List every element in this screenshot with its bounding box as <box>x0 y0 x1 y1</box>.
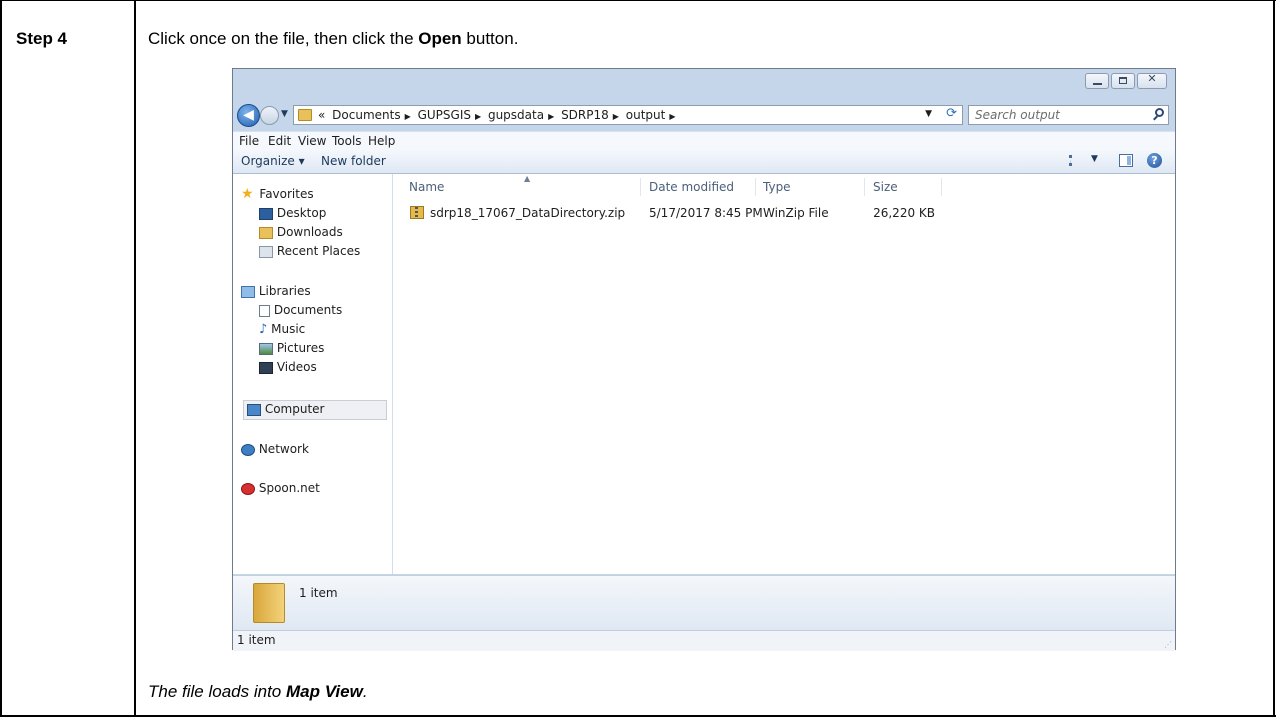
file-date: 5/17/2017 8:45 PM <box>649 206 763 220</box>
window-caption-buttons: ✕ <box>1085 72 1167 89</box>
step-label: Step 4 <box>16 29 68 48</box>
breadcrumb-separator-icon[interactable]: ▶ <box>613 112 619 121</box>
column-separator[interactable] <box>755 178 756 196</box>
breadcrumb-output[interactable]: output <box>626 108 666 122</box>
downloads-icon <box>259 226 273 239</box>
organize-button[interactable]: Organize ▾ <box>241 154 305 168</box>
documents-icon <box>259 304 270 317</box>
nav-music[interactable]: ♪ Music <box>259 322 305 337</box>
status-bar: 1 item ⋰ <box>233 630 1175 651</box>
desktop-icon <box>259 207 273 220</box>
minimize-icon <box>1093 83 1102 85</box>
file-name[interactable]: sdrp18_17067_DataDirectory.zip <box>430 206 625 220</box>
new-folder-button[interactable]: New folder <box>321 154 386 168</box>
address-dropdown-icon[interactable]: ▼ <box>925 109 932 119</box>
search-box[interactable]: Search output <box>968 105 1169 125</box>
nav-recent-places[interactable]: Recent Places <box>259 244 360 258</box>
view-icon[interactable] <box>1069 155 1081 166</box>
step-instruction: Click once on the file, then click the O… <box>148 29 519 48</box>
menu-help[interactable]: Help <box>368 134 395 148</box>
maximize-button[interactable] <box>1111 73 1135 89</box>
breadcrumb: « Documents ▶ GUPSGIS ▶ gupsdata ▶ SDRP18 ▶ … <box>318 108 679 122</box>
nav-spoon[interactable]: Spoon.net <box>241 481 320 495</box>
forward-button[interactable] <box>260 106 279 125</box>
details-pane: 1 item <box>233 575 1175 630</box>
breadcrumb-gupsgis[interactable]: GUPSGIS <box>418 108 471 122</box>
file-list: Name ▲ Date modified Type Size sdrp18_17… <box>393 174 1175 574</box>
menu-view[interactable]: View <box>298 134 326 148</box>
breadcrumb-gupsdata[interactable]: gupsdata <box>488 108 544 122</box>
nav-desktop[interactable]: Desktop <box>259 206 326 220</box>
column-header-date[interactable]: Date modified <box>649 180 734 194</box>
star-icon: ★ <box>241 186 254 202</box>
search-placeholder: Search output <box>975 108 1060 122</box>
videos-icon <box>259 361 273 374</box>
table-right-border <box>1273 0 1275 717</box>
breadcrumb-overflow[interactable]: « <box>318 108 325 122</box>
breadcrumb-separator-icon[interactable]: ▶ <box>405 112 411 121</box>
step-result: The file loads into Map View. <box>148 682 368 701</box>
recent-pages-dropdown[interactable]: ▼ <box>281 109 288 119</box>
command-bar: Organize ▾ New folder ▼ ? <box>233 149 1175 174</box>
nav-libraries[interactable]: Libraries <box>241 284 311 298</box>
resize-grip-icon[interactable]: ⋰ <box>1164 640 1172 649</box>
zip-icon <box>410 206 424 219</box>
nav-pictures[interactable]: Pictures <box>259 341 324 355</box>
folder-icon <box>298 109 312 121</box>
navigation-pane: ★ Favorites Desktop Downloads Recent Pla… <box>233 174 393 574</box>
table-left-border <box>0 0 2 717</box>
libraries-icon <box>241 285 255 298</box>
details-item-count: 1 item <box>299 586 338 600</box>
recent-places-icon <box>259 245 273 258</box>
column-header-name[interactable]: Name <box>409 180 444 194</box>
file-dialog-window: ✕ ◀ ▼ « Documents ▶ GUPSGIS ▶ gupsdata ▶ SD… <box>232 68 1176 651</box>
column-header-size[interactable]: Size <box>873 180 898 194</box>
close-icon: ✕ <box>1147 72 1157 85</box>
pictures-icon <box>259 342 273 355</box>
view-dropdown-icon[interactable]: ▼ <box>1091 154 1098 164</box>
music-icon: ♪ <box>259 322 268 337</box>
navigation-row: ◀ ▼ « Documents ▶ GUPSGIS ▶ gupsdata ▶ SDRP… <box>233 103 1175 129</box>
breadcrumb-separator-icon[interactable]: ▶ <box>475 112 481 121</box>
refresh-icon[interactable]: ⟳ <box>946 106 957 121</box>
breadcrumb-separator-icon[interactable]: ▶ <box>548 112 554 121</box>
file-type: WinZip File <box>763 206 829 220</box>
column-separator[interactable] <box>864 178 865 196</box>
nav-videos[interactable]: Videos <box>259 360 317 374</box>
nav-downloads[interactable]: Downloads <box>259 225 343 239</box>
network-icon <box>241 443 255 456</box>
back-icon: ◀ <box>243 107 254 123</box>
nav-network[interactable]: Network <box>241 442 309 456</box>
menu-edit[interactable]: Edit <box>268 134 291 148</box>
breadcrumb-sdrp18[interactable]: SDRP18 <box>561 108 609 122</box>
nav-computer[interactable]: Computer <box>247 402 324 416</box>
nav-documents[interactable]: Documents <box>259 303 342 317</box>
sort-ascending-icon: ▲ <box>524 174 531 183</box>
computer-icon <box>247 403 261 416</box>
breadcrumb-documents[interactable]: Documents <box>332 108 400 122</box>
spoon-icon <box>241 482 255 495</box>
table-column-divider <box>134 0 136 717</box>
search-icon[interactable] <box>1155 108 1164 117</box>
folder-icon <box>253 583 285 623</box>
column-separator[interactable] <box>640 178 641 196</box>
column-separator[interactable] <box>941 178 942 196</box>
address-bar[interactable]: « Documents ▶ GUPSGIS ▶ gupsdata ▶ SDRP18 ▶ … <box>293 105 963 125</box>
minimize-button[interactable] <box>1085 73 1109 89</box>
menu-bar: File Edit View Tools Help <box>233 131 1175 150</box>
status-item-count: 1 item <box>237 633 276 647</box>
menu-file[interactable]: File <box>239 134 259 148</box>
help-icon[interactable]: ? <box>1147 153 1162 168</box>
nav-favorites[interactable]: ★ Favorites <box>241 186 314 202</box>
breadcrumb-separator-icon[interactable]: ▶ <box>669 112 675 121</box>
menu-tools[interactable]: Tools <box>332 134 362 148</box>
back-button[interactable]: ◀ <box>237 104 260 127</box>
close-button[interactable]: ✕ <box>1137 72 1167 89</box>
preview-pane-icon[interactable] <box>1119 154 1133 167</box>
table-top-border <box>0 0 1276 1</box>
file-size: 26,220 KB <box>873 206 935 220</box>
column-header-type[interactable]: Type <box>763 180 791 194</box>
maximize-icon <box>1119 77 1127 84</box>
